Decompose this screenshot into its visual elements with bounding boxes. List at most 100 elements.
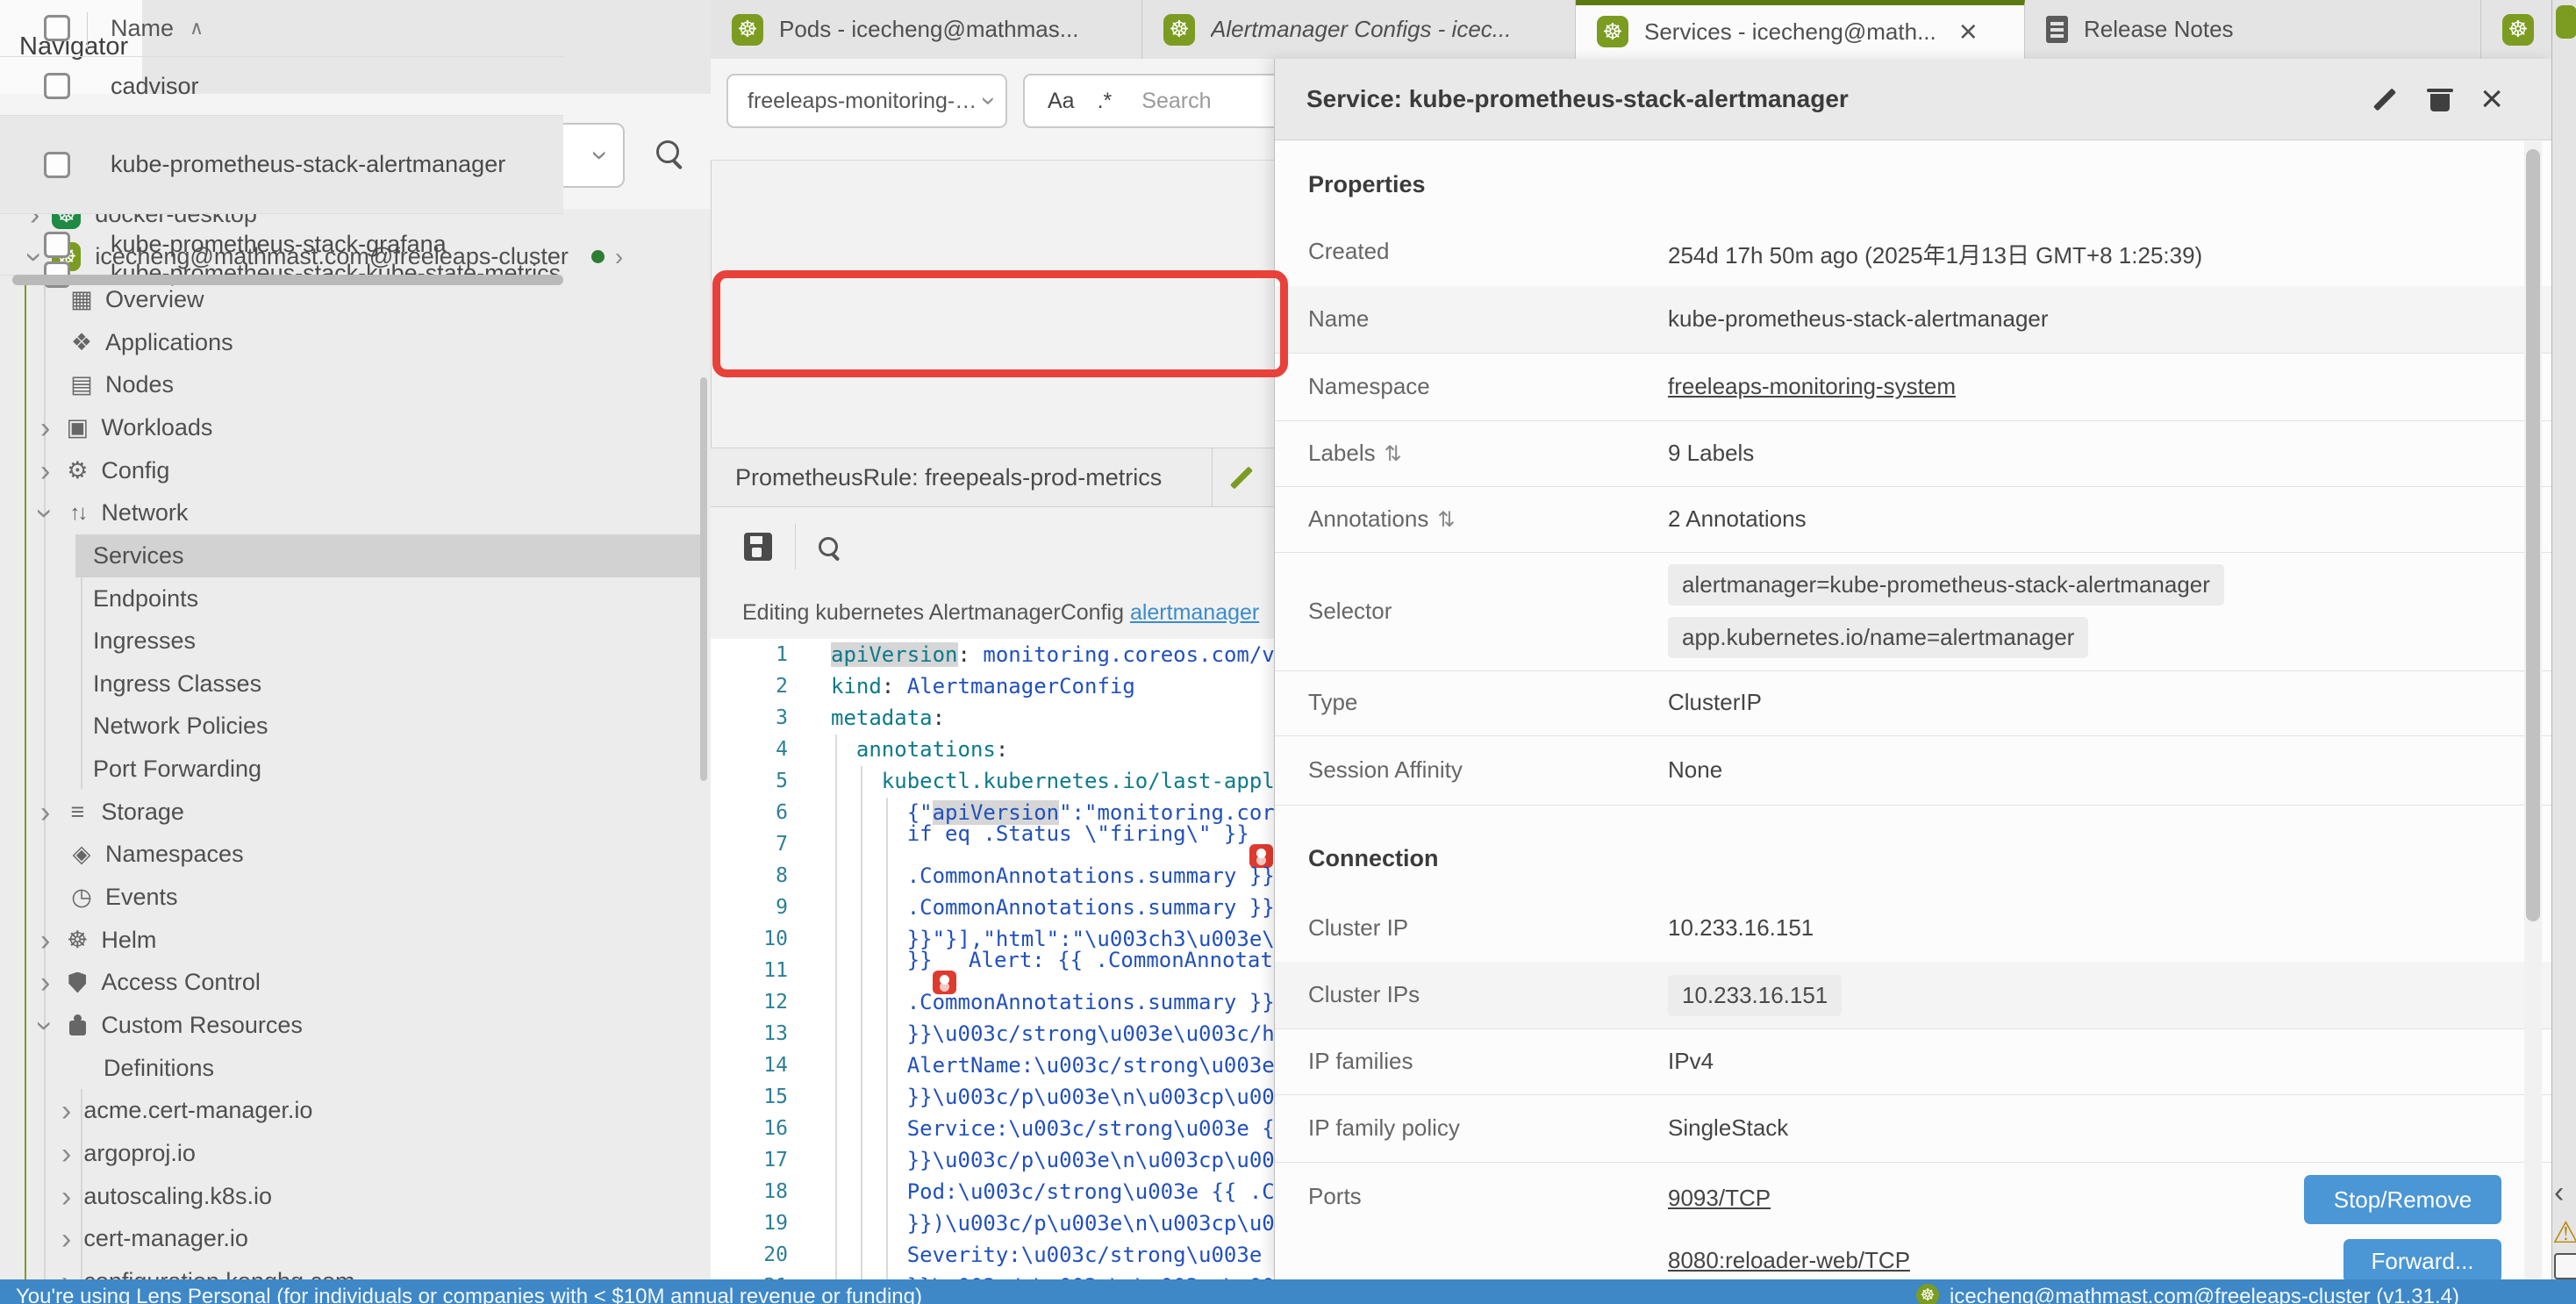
horizontal-scrollbar[interactable]: [12, 275, 563, 285]
tab-Pods - icecheng@mathmas...[interactable]: Pods - icecheng@mathmas...: [711, 0, 1142, 59]
chevron-right-icon[interactable]: ›: [40, 456, 50, 486]
line-number: 1: [711, 643, 788, 666]
sidebar-item-access-control[interactable]: ›Access Control: [0, 961, 711, 1004]
port-link[interactable]: 9093/TCP: [1668, 1185, 1771, 1212]
annotation-highlight-box: [712, 270, 1288, 377]
search-icon[interactable]: [656, 140, 679, 163]
line-number: 17: [711, 1149, 788, 1171]
search-input[interactable]: Aa .* Search: [1023, 74, 1274, 128]
stop-remove-button[interactable]: Stop/Remove: [2304, 1175, 2501, 1224]
row-value: IPv4: [1668, 1048, 1714, 1075]
sidebar-item-endpoints[interactable]: Endpoints: [0, 577, 711, 620]
chevron-right-icon[interactable]: ›: [61, 1224, 71, 1254]
tab-Release Notes[interactable]: Release Notes: [2025, 0, 2481, 59]
sort-icon[interactable]: ⇅: [1437, 508, 1455, 532]
select-all-checkbox[interactable]: [44, 15, 70, 41]
row-separator: [1275, 805, 2552, 806]
code-line-15: 15 }}\u003c/p\u003e\n\u003cp\u003: [711, 1081, 1274, 1113]
chevron-right-icon[interactable]: ›: [40, 413, 50, 443]
regex-toggle[interactable]: .*: [1098, 89, 1113, 114]
trash-icon[interactable]: [2429, 87, 2451, 111]
search-icon[interactable]: [819, 537, 838, 556]
close-icon[interactable]: ×: [2480, 80, 2503, 118]
services-filter-bar: freeleaps-monitoring-system › Aa .* Sear…: [711, 59, 1274, 161]
close-icon[interactable]: ×: [1959, 16, 1978, 47]
row-checkbox[interactable]: [44, 152, 70, 178]
sidebar-item-configuration-konghq-com[interactable]: ›configuration.konghq.com: [0, 1260, 711, 1279]
sidebar-item-autoscaling-k8s-io[interactable]: ›autoscaling.k8s.io: [0, 1175, 711, 1218]
chevron-right-icon[interactable]: ›: [61, 1182, 71, 1212]
drawer-scrollbar-thumb[interactable]: [2526, 149, 2540, 921]
helm-icon: ☸: [62, 926, 92, 956]
sidebar-item-events[interactable]: ◷Events: [0, 876, 711, 919]
sidebar-item-label: Services: [93, 542, 184, 570]
row-label: Cluster IPs: [1308, 981, 1420, 1008]
forward--button[interactable]: Forward...: [2343, 1239, 2501, 1283]
port-link[interactable]: 8080:reloader-web/TCP: [1668, 1247, 1910, 1274]
chevron-down-icon[interactable]: ›: [31, 508, 61, 518]
line-number: 9: [711, 896, 788, 919]
sidebar-item-argoproj-io[interactable]: ›argoproj.io: [0, 1132, 711, 1175]
sidebar-item-config[interactable]: ›⚙Config: [0, 449, 711, 492]
yaml-code-editor[interactable]: 1apiVersion: monitoring.coreos.com/v12ki…: [711, 639, 1274, 1279]
tab-Alertmanager Configs - icec...[interactable]: Alertmanager Configs - icec...: [1142, 0, 1576, 59]
sidebar-item-port-forwarding[interactable]: Port Forwarding: [0, 748, 711, 791]
chevron-down-icon[interactable]: ›: [31, 1021, 61, 1030]
code-text: }}\u003c/strong\u003e\u003c/h3: [831, 1021, 1274, 1046]
chevron-right-icon[interactable]: ›: [40, 926, 50, 956]
row-checkbox[interactable]: [44, 73, 70, 99]
namespace-link[interactable]: freeleaps-monitoring-system: [1668, 373, 1956, 400]
match-case-toggle[interactable]: Aa: [1048, 89, 1075, 114]
save-icon[interactable]: [744, 533, 772, 561]
cluster-connected-dot: [591, 250, 605, 263]
input-box-icon: [2554, 1253, 2576, 1279]
sidebar-item-cert-manager-io[interactable]: › cert-manager.io: [0, 1217, 711, 1260]
sidebar-item-storage[interactable]: ›≡Storage: [0, 791, 711, 834]
sidebar-item-helm[interactable]: ›☸Helm: [0, 919, 711, 962]
chevron-right-icon[interactable]: ›: [615, 245, 623, 269]
edit-icon[interactable]: [1227, 462, 1256, 492]
apps-icon: ❖: [67, 328, 97, 358]
sidebar-item-network[interactable]: ›↑↓Network: [0, 491, 711, 534]
sidebar-item-namespaces[interactable]: ◈Namespaces: [0, 833, 711, 876]
line-number: 12: [711, 991, 788, 1014]
sort-icon[interactable]: ⇅: [1385, 442, 1402, 466]
row-checkbox[interactable]: [44, 232, 70, 258]
chevron-right-icon[interactable]: ›: [61, 1139, 71, 1169]
sidebar-item-services[interactable]: Services: [75, 534, 707, 577]
sidebar-item-label: Network: [101, 499, 188, 527]
sidebar-item-definitions[interactable]: Definitions: [0, 1047, 711, 1090]
sidebar-item-nodes[interactable]: ▤Nodes: [0, 363, 711, 406]
chevron-right-icon[interactable]: ›: [61, 1096, 71, 1126]
alertmanagerconfig-link[interactable]: alertmanager: [1130, 600, 1259, 626]
sidebar-item-label: cert-manager.io: [83, 1225, 248, 1252]
license-notice[interactable]: You're using Lens Personal (for individu…: [16, 1285, 922, 1304]
sort-asc-icon[interactable]: ∧: [190, 17, 204, 39]
chevron-right-icon[interactable]: ›: [40, 968, 50, 998]
active-cluster-status[interactable]: icecheng@mathmast.com@freeleaps-cluster …: [1950, 1285, 2459, 1304]
table-row-cadvisor[interactable]: cadvisor: [0, 57, 563, 116]
namespace-select[interactable]: freeleaps-monitoring-system ›: [726, 74, 1007, 128]
service-details-drawer: Service: kube-prometheus-stack-alertmana…: [1274, 59, 2552, 1279]
sidebar-scrollbar[interactable]: [700, 377, 707, 781]
sidebar-item-workloads[interactable]: ›▣Workloads: [0, 406, 711, 449]
sidebar-item-ingresses[interactable]: Ingresses: [0, 620, 711, 663]
sidebar-item-network-policies[interactable]: Network Policies: [0, 705, 711, 748]
table-row-kube-prometheus-stack-alertmanager[interactable]: kube-prometheus-stack-alertmanager: [0, 116, 563, 214]
drawer-row-annotations: Annotations⇅2 Annotations: [1275, 486, 2552, 552]
drawer-row-cluster-ips: Cluster IPs10.233.16.151: [1275, 962, 2552, 1028]
line-number: 14: [711, 1054, 788, 1077]
tab-Services - icecheng@math...[interactable]: Services - icecheng@math...×: [1576, 0, 2025, 59]
sidebar-item-ingress-classes[interactable]: Ingress Classes: [0, 663, 711, 706]
column-header-name[interactable]: Name: [111, 15, 174, 42]
kubernetes-icon: [732, 14, 763, 46]
edit-icon[interactable]: [2370, 84, 2400, 114]
sidebar-item-acme-cert-manager-io[interactable]: ›acme.cert-manager.io: [0, 1089, 711, 1132]
chevron-right-icon[interactable]: ›: [61, 1267, 71, 1280]
chevron-right-icon[interactable]: ›: [40, 798, 50, 828]
line-number: 7: [711, 833, 788, 856]
sidebar-item-custom-resources[interactable]: ›Custom Resources: [0, 1004, 711, 1047]
sidebar-item-applications[interactable]: ❖Applications: [0, 321, 711, 364]
line-number: 5: [711, 770, 788, 792]
table-row-kube-prometheus-stack-kube-state-metrics[interactable]: kube-prometheus-stack-kube-state-metrics: [0, 254, 563, 274]
